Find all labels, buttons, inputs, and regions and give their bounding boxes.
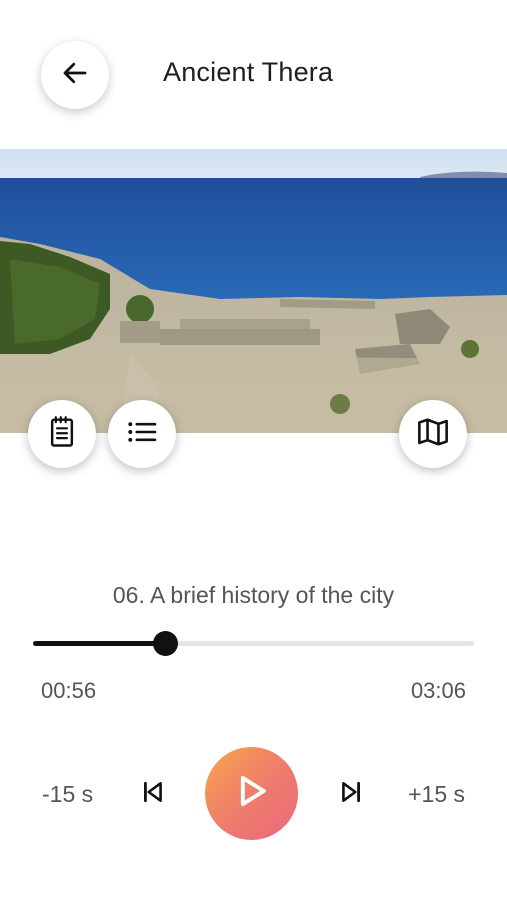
- skip-forward-button[interactable]: +15 s: [408, 781, 465, 808]
- play-button[interactable]: [205, 747, 298, 840]
- skip-back-button[interactable]: -15 s: [42, 781, 93, 808]
- notes-button[interactable]: [28, 400, 96, 468]
- playlist-button[interactable]: [108, 400, 176, 468]
- total-time: 03:06: [410, 678, 466, 703]
- page-title: Ancient Thera: [163, 57, 334, 87]
- skip-previous-icon: [140, 779, 166, 810]
- list-icon: [126, 419, 158, 450]
- track-title: 06. A brief history of the city: [112, 582, 395, 608]
- skip-next-icon: [338, 779, 364, 810]
- elapsed-time: 00:56: [41, 678, 97, 703]
- map-button[interactable]: [399, 400, 467, 468]
- back-button[interactable]: [41, 41, 109, 109]
- notepad-icon: [47, 415, 77, 453]
- progress-fill: [33, 641, 166, 646]
- previous-track-button[interactable]: [135, 776, 171, 812]
- map-icon: [416, 417, 450, 452]
- play-icon: [236, 774, 268, 813]
- arrow-left-icon: [60, 58, 90, 93]
- progress-slider[interactable]: [33, 631, 474, 656]
- next-track-button[interactable]: [333, 776, 369, 812]
- progress-thumb[interactable]: [153, 631, 179, 656]
- hero-image: [0, 149, 507, 433]
